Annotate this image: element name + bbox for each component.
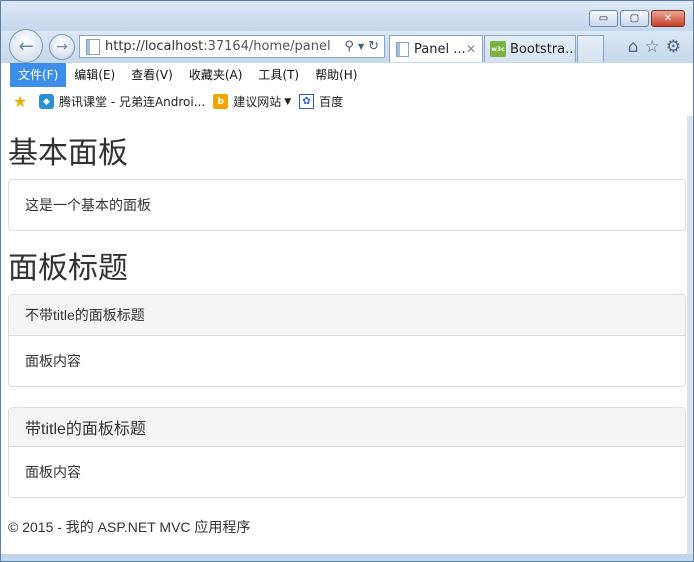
menu-file[interactable]: 文件(F) xyxy=(10,63,67,87)
panel-with-title: 带title的面板标题 面板内容 xyxy=(8,407,686,498)
add-favorite-star-icon[interactable]: ★ xyxy=(13,92,31,111)
panel-body: 面板内容 xyxy=(9,447,685,497)
favorite-tencent[interactable]: ◆ 腾讯课堂 - 兄弟连Androi... xyxy=(39,93,205,110)
forward-button[interactable]: → xyxy=(49,34,75,60)
menu-view[interactable]: 查看(V) xyxy=(123,63,181,87)
menu-tools[interactable]: 工具(T) xyxy=(250,63,307,87)
panel-heading-text: 不带title的面板标题 xyxy=(25,307,145,323)
url-path: :37164/home/panel xyxy=(203,39,331,54)
favorite-baidu[interactable]: ✿ 百度 xyxy=(299,93,343,110)
basic-panel: 这是一个基本的面板 xyxy=(8,179,686,231)
menu-edit[interactable]: 编辑(E) xyxy=(66,63,123,87)
minimize-button[interactable]: ▭ xyxy=(589,10,618,27)
refresh-icon[interactable]: ↻ xyxy=(368,39,379,54)
tab-panel[interactable]: Panel ... ✕ xyxy=(389,35,483,62)
favorite-label: 百度 xyxy=(319,95,344,109)
vertical-scrollbar[interactable] xyxy=(687,116,693,554)
panel-heading: 不带title的面板标题 xyxy=(9,295,685,336)
panel-body-text: 面板内容 xyxy=(25,464,81,480)
favorites-star-icon[interactable]: ☆ xyxy=(645,37,660,57)
panel-no-title: 不带title的面板标题 面板内容 xyxy=(8,294,686,387)
maximize-icon: ▢ xyxy=(629,13,640,24)
url-host: http://localhost xyxy=(105,39,204,54)
title-bar: ▭ ▢ ✕ xyxy=(1,1,693,31)
page-viewport: 基本面板 这是一个基本的面板 面板标题 不带title的面板标题 面板内容 带t… xyxy=(1,116,693,554)
favorite-label: 腾讯课堂 - 兄弟连Androi... xyxy=(59,95,206,109)
menu-favorites[interactable]: 收藏夹(A) xyxy=(181,63,251,87)
close-button[interactable]: ✕ xyxy=(651,10,685,27)
heading-panel-title: 面板标题 xyxy=(8,252,128,285)
page-icon xyxy=(86,38,100,55)
panel-title: 带title的面板标题 xyxy=(25,421,146,438)
menu-help[interactable]: 帮助(H) xyxy=(307,63,365,87)
chevron-down-icon: ▼ xyxy=(284,96,292,107)
panel-body: 面板内容 xyxy=(9,336,685,386)
tab-label: Panel ... xyxy=(414,41,466,57)
page-icon xyxy=(396,41,409,57)
bing-icon: b xyxy=(213,94,229,109)
panel-body-text: 这是一个基本的面板 xyxy=(25,197,151,213)
address-url[interactable]: http://localhost:37164/home/panel xyxy=(105,39,344,54)
panel-body-text: 面板内容 xyxy=(25,353,81,369)
search-icon[interactable]: ⚲ xyxy=(344,39,354,54)
new-tab-button[interactable] xyxy=(577,35,604,62)
favorites-bar: ★ ◆ 腾讯课堂 - 兄弟连Androi... b 建议网站 ▼ ✿ 百度 xyxy=(1,87,693,117)
close-icon: ✕ xyxy=(663,13,673,24)
tencent-classroom-icon: ◆ xyxy=(39,94,54,109)
panel-heading: 带title的面板标题 xyxy=(9,408,685,447)
minimize-icon: ▭ xyxy=(598,13,609,24)
page-footer: © 2015 - 我的 ASP.NET MVC 应用程序 xyxy=(8,519,251,535)
address-bar[interactable]: http://localhost:37164/home/panel ⚲ ▼ ↻ xyxy=(79,35,385,58)
menu-bar: 文件(F) 编辑(E) 查看(V) 收藏夹(A) 工具(T) 帮助(H) xyxy=(1,63,693,87)
back-button[interactable]: ← xyxy=(9,29,43,63)
close-tab-icon[interactable]: ✕ xyxy=(466,42,476,56)
tab-bootstrap[interactable]: w3c Bootstra... xyxy=(484,35,576,62)
navigation-bar: ← → http://localhost:37164/home/panel ⚲ … xyxy=(1,29,693,63)
maximize-button[interactable]: ▢ xyxy=(620,10,649,27)
forward-arrow-icon: → xyxy=(56,39,68,55)
heading-basic-panel: 基本面板 xyxy=(8,137,128,170)
gear-icon[interactable]: ⚙ xyxy=(666,37,681,57)
w3c-icon: w3c xyxy=(490,41,506,57)
window-controls: ▭ ▢ ✕ xyxy=(589,10,685,27)
tab-label: Bootstra... xyxy=(510,41,576,57)
baidu-paw-icon: ✿ xyxy=(299,94,315,109)
panel-body: 这是一个基本的面板 xyxy=(9,180,685,230)
favorite-suggested-sites[interactable]: b 建议网站 ▼ xyxy=(213,93,291,110)
dropdown-icon[interactable]: ▼ xyxy=(358,42,364,51)
favorite-label: 建议网站 xyxy=(233,95,282,109)
home-icon[interactable]: ⌂ xyxy=(628,37,639,57)
back-arrow-icon: ← xyxy=(18,35,34,57)
toolbar-icons: ⌂ ☆ ⚙ xyxy=(628,37,681,57)
address-actions: ⚲ ▼ ↻ xyxy=(344,39,379,54)
